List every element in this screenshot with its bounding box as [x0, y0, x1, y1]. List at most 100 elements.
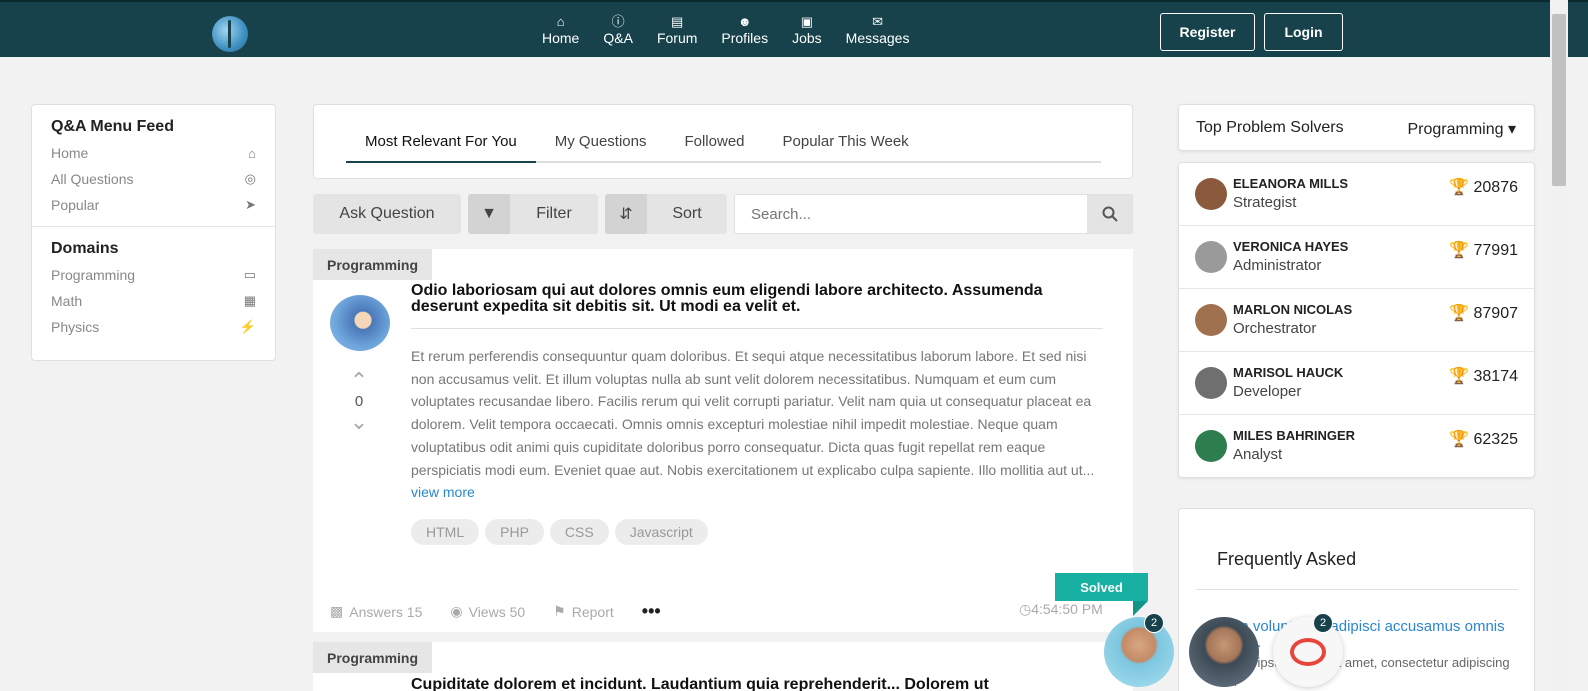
comment-icon: ▩ — [330, 603, 344, 619]
avatar[interactable] — [330, 295, 390, 351]
nav-messages[interactable]: ✉ Messages — [834, 14, 922, 46]
top-solvers-list: ELEANORA MILLS Strategist 🏆 20876 VERONI… — [1178, 162, 1535, 478]
trophy-icon: 🏆 — [1449, 368, 1470, 385]
solver-row[interactable]: MARLON NICOLAS Orchestrator 🏆 87907 — [1179, 289, 1534, 352]
downvote-icon[interactable]: ⌄ — [343, 410, 375, 434]
solver-row[interactable]: MARISOL HAUCK Developer 🏆 38174 — [1179, 352, 1534, 415]
vote-count: 0 — [354, 393, 364, 410]
ribbon-tail — [1133, 601, 1148, 616]
monitor-icon: ▭ — [243, 267, 256, 282]
view-more-link[interactable]: view more — [411, 484, 475, 500]
search-icon — [1102, 206, 1118, 222]
solver-score: 🏆 38174 — [1449, 368, 1518, 385]
domain-badge[interactable]: Programming — [313, 642, 433, 673]
search-input[interactable] — [735, 195, 1089, 233]
nav-profiles[interactable]: ☻ Profiles — [709, 14, 780, 46]
search-button[interactable] — [1087, 195, 1132, 233]
solver-row[interactable]: VERONICA HAYES Administrator 🏆 77991 — [1179, 226, 1534, 289]
sort-button[interactable]: ⇵ Sort — [605, 194, 727, 234]
register-button[interactable]: Register — [1160, 13, 1255, 51]
filter-button[interactable]: ▼ Filter — [468, 194, 598, 234]
avatar — [1195, 241, 1227, 273]
nav-home[interactable]: ⌂ Home — [530, 14, 591, 46]
more-options-icon[interactable]: ••• — [642, 601, 661, 622]
question-footer: ▩ Answers 15 ◉ Views 50 ⚑ Report ••• — [330, 601, 689, 622]
trophy-icon: 🏆 — [1449, 431, 1470, 448]
login-button[interactable]: Login — [1264, 13, 1343, 51]
paper-plane-icon: ➤ — [245, 197, 256, 212]
solved-ribbon: Solved — [1055, 573, 1148, 601]
solver-score: 🏆 87907 — [1449, 305, 1518, 322]
solver-row[interactable]: ELEANORA MILLS Strategist 🏆 20876 — [1179, 163, 1534, 226]
avatar — [1195, 367, 1227, 399]
solver-row[interactable]: MILES BAHRINGER Analyst 🏆 62325 — [1179, 415, 1534, 478]
solver-score: 🏆 20876 — [1449, 179, 1518, 196]
chat-badge: 2 — [1313, 613, 1333, 633]
tab-followed[interactable]: Followed — [665, 125, 763, 163]
domain-item-math[interactable]: Math ▦ — [32, 288, 275, 314]
chat-button[interactable] — [1273, 617, 1343, 687]
avatar — [1195, 178, 1227, 210]
upvote-icon[interactable]: ⌃ — [343, 369, 375, 393]
feed-item-home[interactable]: Home ⌂ — [32, 140, 275, 166]
solver-role: Orchestrator — [1233, 320, 1317, 337]
solver-role: Developer — [1233, 383, 1302, 400]
question-card: Programming Cupiditate dolorem et incidu… — [313, 642, 1133, 691]
home-icon: ⌂ — [248, 145, 256, 161]
tag-css[interactable]: CSS — [549, 519, 609, 545]
chat-badge: 2 — [1144, 613, 1164, 633]
solver-name: MARISOL HAUCK — [1233, 365, 1344, 380]
faq-link[interactable]: Illum voluptatem adipisci accusamus omni… — [1217, 619, 1517, 651]
solver-name: MARLON NICOLAS — [1233, 302, 1353, 317]
chat-avatar[interactable] — [1104, 617, 1174, 687]
top-solvers-header: Top Problem Solvers Programming ▾ — [1178, 104, 1535, 151]
tab-most-relevant[interactable]: Most Relevant For You — [346, 125, 536, 163]
solver-name: ELEANORA MILLS — [1233, 176, 1349, 191]
question-icon: ⓘ — [611, 14, 625, 29]
caret-down-icon: ▾ — [1507, 121, 1516, 138]
feed-title: Q&A Menu Feed — [51, 118, 174, 135]
calculator-icon: ▦ — [243, 293, 256, 308]
chat-bubble-icon — [1290, 638, 1326, 666]
domain-dropdown[interactable]: Programming ▾ — [1407, 119, 1516, 139]
divider — [1196, 589, 1518, 590]
flag-icon: ⚑ — [553, 603, 566, 619]
tag-javascript[interactable]: Javascript — [614, 519, 708, 545]
bolt-icon: ⚡ — [239, 319, 256, 334]
domain-badge[interactable]: Programming — [313, 249, 433, 280]
nav-forum[interactable]: ▤ Forum — [645, 14, 709, 46]
tag-php[interactable]: PHP — [485, 519, 544, 545]
solver-score: 🏆 77991 — [1449, 242, 1518, 259]
ask-question-button[interactable]: Ask Question — [313, 194, 461, 234]
scrollbar-thumb[interactable] — [1552, 14, 1566, 186]
question-body: Et rerum perferendis consequuntur quam d… — [411, 348, 1095, 501]
nav-qa[interactable]: ⓘ Q&A — [591, 14, 645, 46]
trophy-icon: 🏆 — [1449, 305, 1470, 322]
trophy-icon: 🏆 — [1449, 242, 1470, 259]
tab-popular-this-week[interactable]: Popular This Week — [764, 125, 928, 163]
report-link[interactable]: ⚑ Report — [553, 603, 614, 620]
question-card: Programming ⌃ 0 ⌄ Odio laboriosam qui au… — [313, 249, 1148, 632]
question-title[interactable]: Odio laboriosam qui aut dolores omnis eu… — [411, 283, 1111, 315]
domain-item-physics[interactable]: Physics ⚡ — [32, 314, 275, 340]
clock-icon: ◷ — [1019, 601, 1032, 617]
views-count: ◉ Views 50 — [450, 603, 526, 620]
nav-jobs[interactable]: ▣ Jobs — [780, 14, 834, 46]
chat-avatar[interactable] — [1189, 617, 1259, 687]
profiles-icon: ☻ — [737, 14, 752, 29]
forum-icon: ▤ — [671, 14, 684, 29]
domains-title: Domains — [51, 240, 119, 257]
question-title[interactable]: Cupiditate dolorem et incidunt. Laudanti… — [411, 676, 1111, 691]
feed-item-all-questions[interactable]: All Questions ◎ — [32, 166, 275, 192]
globe-icon: ◎ — [244, 171, 256, 186]
solver-name: MILES BAHRINGER — [1233, 428, 1356, 443]
answers-link[interactable]: ▩ Answers 15 — [330, 603, 422, 620]
domain-item-programming[interactable]: Programming ▭ — [32, 262, 275, 288]
feed-item-popular[interactable]: Popular ➤ — [32, 192, 275, 218]
solver-role: Analyst — [1233, 446, 1283, 463]
tag-html[interactable]: HTML — [411, 519, 480, 545]
brain-logo-icon[interactable] — [212, 16, 248, 52]
tab-my-questions[interactable]: My Questions — [536, 125, 666, 163]
search-box — [734, 194, 1133, 234]
top-solvers-title: Top Problem Solvers — [1196, 119, 1344, 136]
